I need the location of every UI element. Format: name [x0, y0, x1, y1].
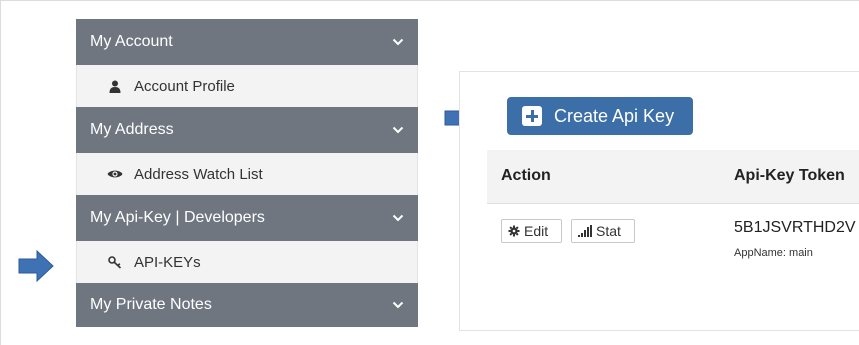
sidebar-item-account-profile[interactable]: Account Profile [76, 65, 418, 107]
sidebar-header-my-api-key-developers[interactable]: My Api-Key | Developers [76, 195, 418, 241]
plus-square-icon [522, 106, 542, 126]
signal-bars-icon [578, 225, 592, 237]
sidebar-header-label: My Account [90, 33, 173, 50]
key-icon [105, 255, 125, 269]
gear-icon [508, 225, 520, 237]
create-api-key-button[interactable]: Create Api Key [507, 97, 693, 135]
window-border-top [0, 0, 859, 1]
annotation-arrow-right-icon [18, 250, 54, 282]
app-name-value: AppName: main [734, 247, 813, 259]
sidebar-header-label: My Api-Key | Developers [90, 209, 265, 226]
sidebar-item-label: Address Watch List [134, 165, 263, 183]
table-header: Action Api-Key Token [487, 150, 859, 204]
chevron-down-icon [392, 301, 404, 309]
create-api-key-label: Create Api Key [554, 105, 675, 126]
edit-label: Edit [524, 223, 549, 239]
sidebar-header-label: My Private Notes [90, 296, 212, 313]
eye-icon [105, 169, 125, 179]
edit-button[interactable]: Edit [501, 219, 562, 243]
sidebar-item-label: API-KEYs [134, 253, 201, 271]
stat-label: Stat [596, 223, 621, 239]
api-key-token-value: 5B1JSVRTHD2V [734, 219, 856, 236]
stat-button[interactable]: Stat [571, 219, 635, 243]
chevron-down-icon [392, 214, 404, 222]
column-header-api-key-token: Api-Key Token [734, 167, 845, 184]
sidebar: My Account Account Profile My Address Ad… [76, 19, 418, 327]
sidebar-header-my-private-notes[interactable]: My Private Notes [76, 283, 418, 327]
sidebar-item-address-watch-list[interactable]: Address Watch List [76, 153, 418, 195]
chevron-down-icon [392, 126, 404, 134]
window-border-left [0, 0, 1, 345]
user-icon [105, 80, 125, 93]
column-header-action: Action [501, 167, 551, 184]
sidebar-header-my-address[interactable]: My Address [76, 107, 418, 153]
sidebar-header-my-account[interactable]: My Account [76, 19, 418, 65]
chevron-down-icon [392, 38, 404, 46]
sidebar-item-label: Account Profile [134, 77, 235, 95]
sidebar-item-api-keys[interactable]: API-KEYs [76, 241, 418, 283]
sidebar-header-label: My Address [90, 121, 174, 138]
